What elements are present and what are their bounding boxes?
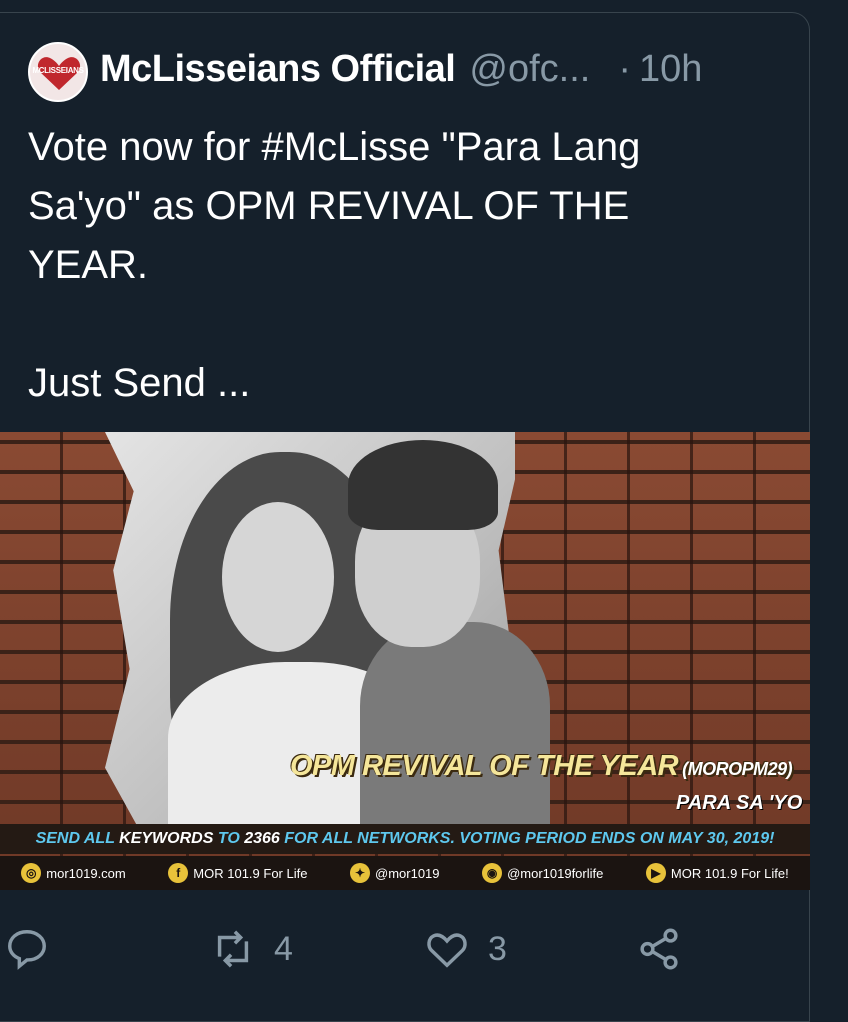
award-title-text: OPM REVIVAL OF THE YEAR [290,750,679,782]
facebook-icon: f [168,863,189,883]
photo-man-jacket [360,622,550,832]
send-text-1: SEND ALL [35,830,115,847]
photo-woman-face [222,502,334,652]
song-title: PARA SA 'YO [676,792,803,814]
social-links-bar: ◎ mor1019.com f MOR 101.9 For Life ✦ @mo… [0,856,810,890]
display-name[interactable]: McLisseians Official [100,48,456,91]
reply-button[interactable] [4,926,50,972]
send-text-2: KEYWORDS [119,830,214,847]
social-label: mor1019.com [46,865,126,881]
send-text-3: TO [217,830,240,847]
social-website: ◎ mor1019.com [21,863,126,883]
social-label: MOR 101.9 For Life [193,865,308,881]
instagram-icon: ◉ [482,863,503,883]
tweet-media-image[interactable]: OPM REVIVAL OF THE YEAR (MOROPM29) PARA S… [0,432,810,890]
separator-dot: · [618,48,631,90]
social-label: @mor1019forlife [507,865,604,881]
retweet-icon [217,930,249,968]
timestamp[interactable]: 10h [639,48,702,91]
share-button[interactable] [636,926,682,972]
retweet-count: 4 [274,929,293,968]
send-text-5: FOR ALL NETWORKS. VOTING PERIOD ENDS ON … [284,830,775,847]
award-title: OPM REVIVAL OF THE YEAR (MOROPM29) [290,750,793,783]
tweet-actions: 4 3 [0,920,810,980]
photo-man-hair [348,440,498,530]
avatar[interactable]: MCLISSEIANS [28,42,88,102]
social-label: @mor1019 [375,865,440,881]
award-code: (MOROPM29) [682,759,793,779]
social-youtube: ▶ MOR 101.9 For Life! [645,863,789,883]
retweet-button[interactable]: 4 [210,926,293,972]
social-instagram: ◉ @mor1019forlife [482,863,603,883]
voting-instructions: SEND ALL KEYWORDS TO 2366 FOR ALL NETWOR… [0,824,810,854]
send-text-4: 2366 [244,830,280,847]
reply-icon [8,930,46,970]
like-count: 3 [488,929,507,968]
youtube-icon: ▶ [645,863,666,883]
social-label: MOR 101.9 For Life! [670,865,789,881]
tweet-header: McLisseians Official @ofc... · 10h [100,48,702,94]
like-button[interactable]: 3 [424,926,507,972]
avatar-logo-text: MCLISSEIANS [32,66,84,75]
share-icon [640,928,678,970]
user-handle[interactable]: @ofc... [469,48,590,91]
globe-icon: ◎ [21,863,42,883]
heart-icon [427,933,467,968]
tweet-text: Vote now for #McLisse "Para Lang Sa'yo" … [28,125,641,405]
twitter-icon: ✦ [350,863,370,883]
social-facebook: f MOR 101.9 For Life [168,863,307,883]
social-twitter: ✦ @mor1019 [350,863,440,883]
